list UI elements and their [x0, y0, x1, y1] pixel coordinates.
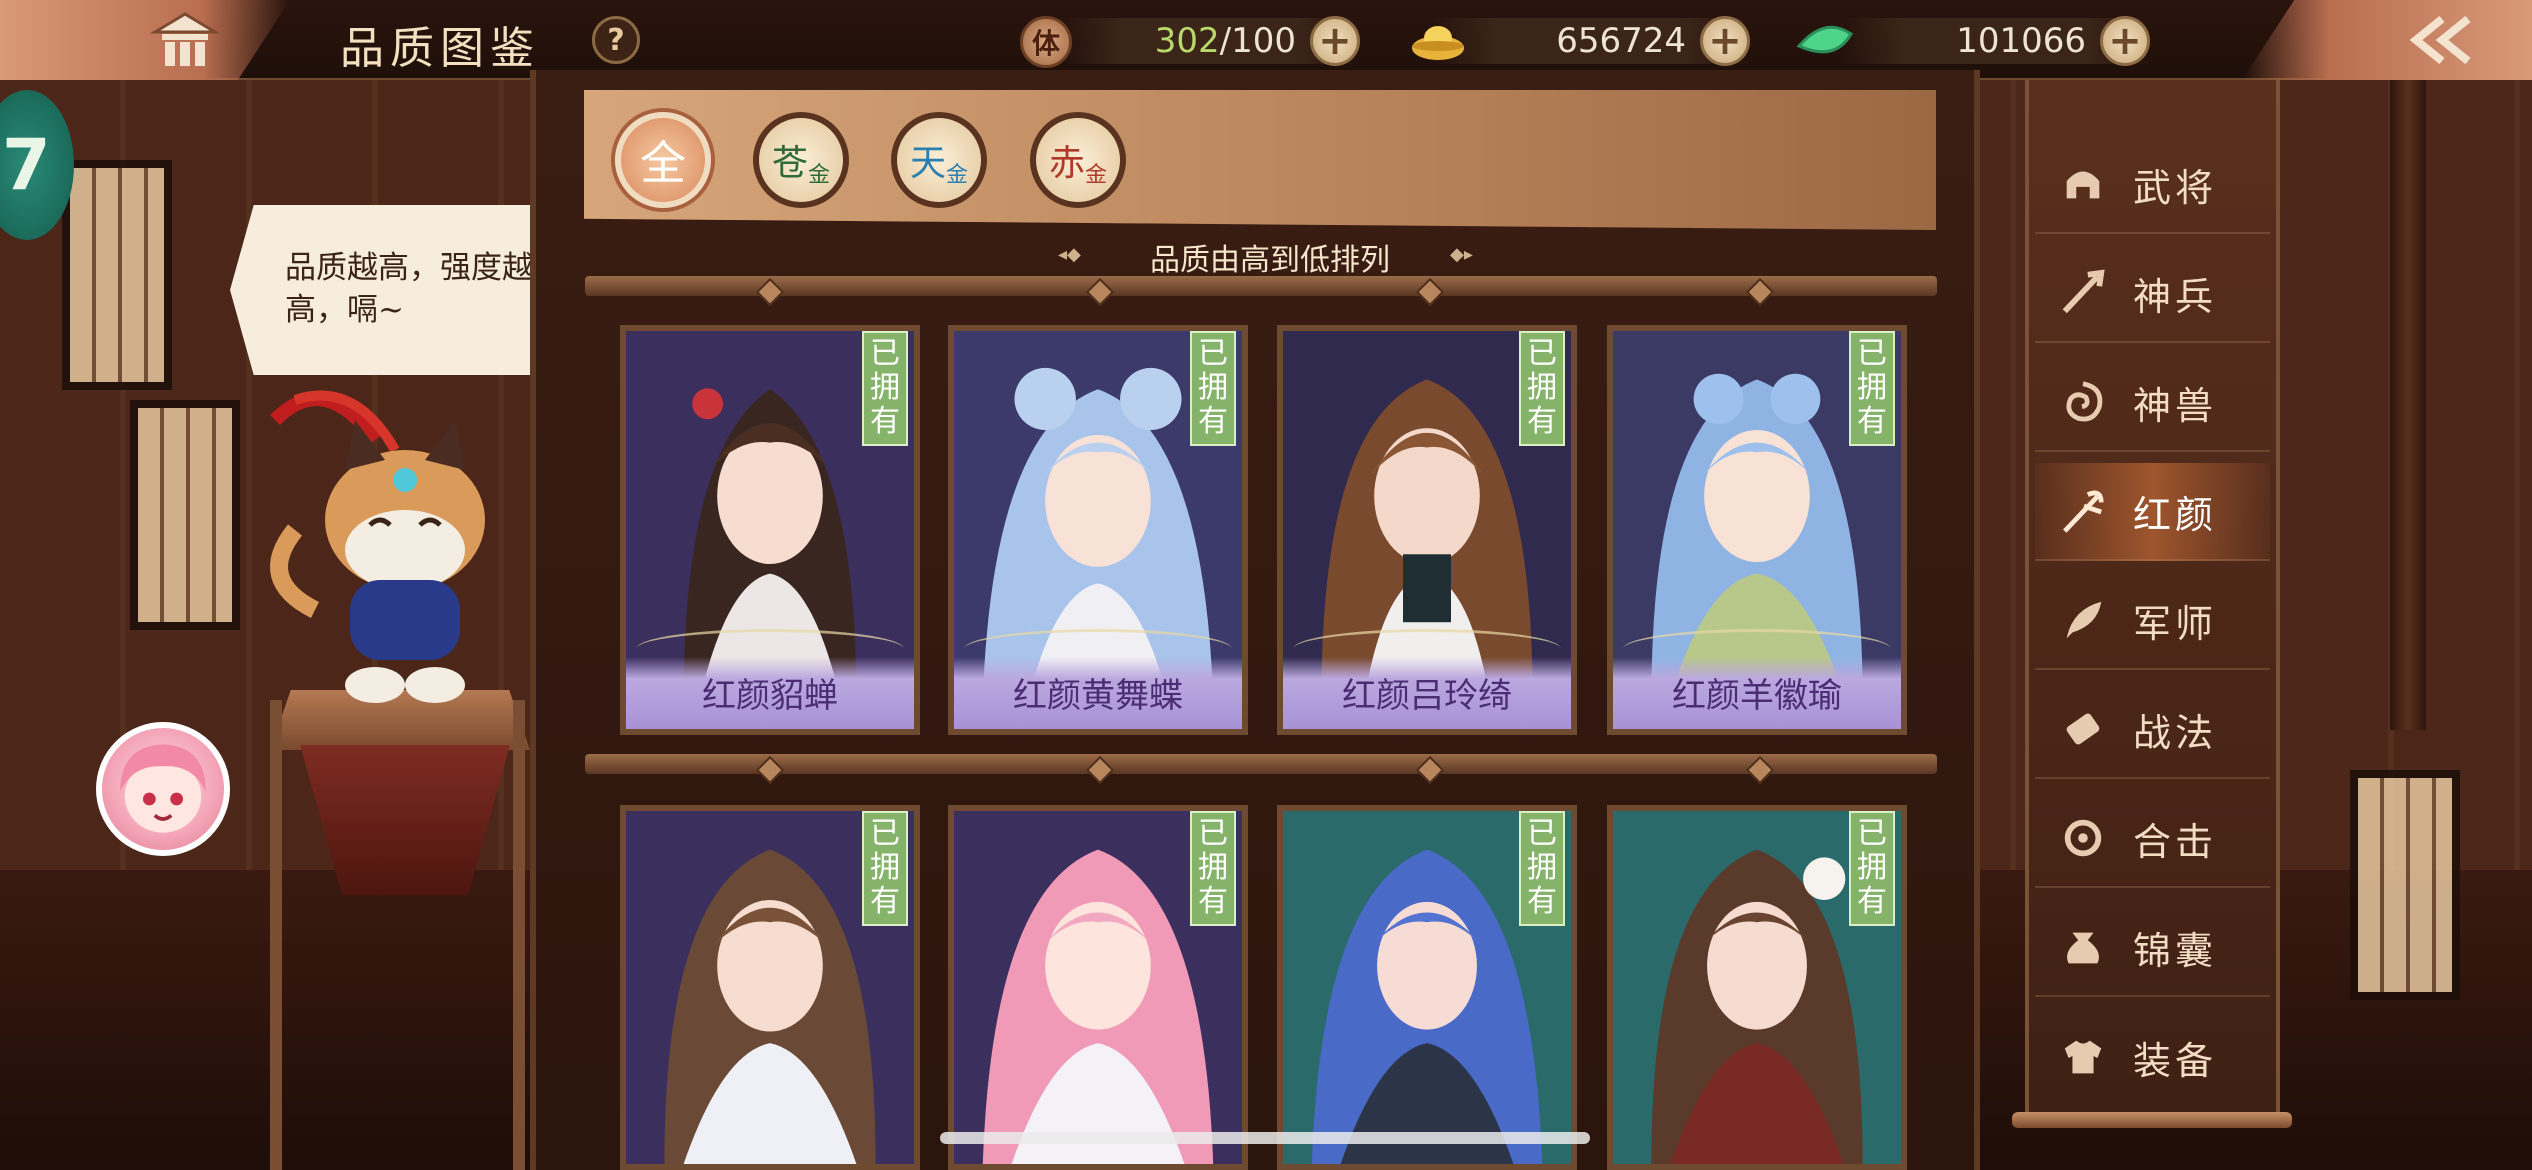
- stamina-display: 302/100 +: [1060, 16, 1360, 66]
- nav-item-pouches[interactable]: 锦囊: [2035, 899, 2270, 997]
- home-indicator[interactable]: [940, 1132, 1590, 1144]
- filter-chi-sub: 金: [1085, 163, 1108, 188]
- nav-item-divine-weapons[interactable]: 神兵: [2035, 245, 2270, 343]
- nav-label: 战法: [2133, 710, 2218, 755]
- card-name: 红颜羊徽瑜: [1613, 657, 1901, 729]
- filter-tian-button[interactable]: 天金: [891, 112, 987, 208]
- stamina-icon: 体: [1020, 16, 1072, 68]
- lantern-decoration: [130, 400, 240, 630]
- add-jade-button[interactable]: +: [2100, 16, 2150, 66]
- card-diaochan[interactable]: 已拥有 红颜貂蝉: [620, 325, 920, 735]
- nav-label: 锦囊: [2133, 928, 2218, 973]
- jade-icon: [1795, 12, 1855, 70]
- card-name: 红颜貂蝉: [626, 657, 914, 729]
- filter-all-button[interactable]: 全: [615, 112, 711, 208]
- nav-item-combos[interactable]: 合击: [2035, 790, 2270, 888]
- lantern-decoration: [62, 160, 172, 390]
- filter-chi-label: 赤: [1048, 143, 1085, 184]
- owned-badge: 已拥有: [1849, 331, 1895, 446]
- armor-icon: [2053, 1027, 2113, 1087]
- shelf-top: [585, 276, 1937, 296]
- nav-item-generals[interactable]: 武将: [2035, 136, 2270, 234]
- jade-display: 101066 +: [1840, 16, 2150, 66]
- sort-order-label[interactable]: 品质由高到低排列: [1060, 235, 1480, 279]
- card-name: 红颜吕玲绮: [1283, 657, 1571, 729]
- pillar-decoration: [2390, 80, 2426, 730]
- cat-mascot: [270, 390, 485, 703]
- filter-chi-button[interactable]: 赤金: [1030, 112, 1126, 208]
- card-yanghuiyu[interactable]: 已拥有 红颜羊徽瑜: [1607, 325, 1907, 735]
- filter-cang-button[interactable]: 苍金: [753, 112, 849, 208]
- owned-badge: 已拥有: [1849, 811, 1895, 926]
- gold-ingot-icon: [1408, 12, 1468, 70]
- nav-label: 装备: [2133, 1038, 2218, 1083]
- nav-item-tactics[interactable]: 战法: [2035, 681, 2270, 779]
- owned-badge: 已拥有: [1190, 331, 1236, 446]
- filter-cang-sub: 金: [808, 163, 831, 188]
- filter-tian-sub: 金: [946, 163, 969, 188]
- feather-icon: [2053, 590, 2113, 650]
- nav-label: 军师: [2133, 601, 2218, 646]
- nav-label: 红颜: [2133, 492, 2218, 537]
- nav-label: 合击: [2133, 819, 2218, 864]
- card-huangwudie[interactable]: 已拥有 红颜黄舞蝶: [948, 325, 1248, 735]
- gold-display: 656724 +: [1430, 16, 1750, 66]
- nav-label: 武将: [2133, 165, 2218, 210]
- nav-label: 神兽: [2133, 383, 2218, 428]
- sort-arrow-right-icon: ◆▸: [1450, 244, 1473, 265]
- nav-scroll-rod: [2012, 1112, 2292, 1128]
- filter-cang-label: 苍: [771, 143, 808, 184]
- help-icon[interactable]: ?: [592, 16, 640, 64]
- owned-badge: 已拥有: [1519, 811, 1565, 926]
- nav-item-equipment[interactable]: 装备: [2035, 1008, 2270, 1106]
- card-lvlingqi[interactable]: 已拥有 红颜吕玲绮: [1277, 325, 1577, 735]
- jade-value: 101066: [1956, 21, 2086, 61]
- card-row2-4[interactable]: 已拥有: [1607, 805, 1907, 1170]
- owned-badge: 已拥有: [1190, 811, 1236, 926]
- stamina-current: 302: [1154, 21, 1220, 61]
- shelf-middle: [585, 754, 1937, 774]
- combo-icon: [2053, 808, 2113, 868]
- nav-label: 神兵: [2133, 274, 2218, 319]
- helmet-icon: [2053, 154, 2113, 214]
- page-title: 品质图鉴: [340, 23, 540, 74]
- owned-badge: 已拥有: [862, 331, 908, 446]
- home-icon: [150, 12, 220, 66]
- gold-value: 656724: [1556, 21, 1686, 61]
- add-stamina-button[interactable]: +: [1310, 16, 1360, 66]
- home-button[interactable]: [0, 0, 290, 80]
- beast-icon: [2053, 372, 2113, 432]
- back-arrow-icon: [2409, 15, 2471, 65]
- pouch-icon: [2053, 917, 2113, 977]
- card-name: 红颜黄舞蝶: [954, 657, 1242, 729]
- player-avatar[interactable]: [96, 722, 230, 856]
- owned-badge: 已拥有: [1519, 331, 1565, 446]
- card-row2-1[interactable]: 已拥有: [620, 805, 920, 1170]
- stamina-max: /100: [1219, 21, 1296, 61]
- add-gold-button[interactable]: +: [1700, 16, 1750, 66]
- card-row2-2[interactable]: 已拥有: [948, 805, 1248, 1170]
- back-button[interactable]: [2242, 0, 2532, 80]
- lantern-decoration: [2350, 770, 2460, 1000]
- owned-badge: 已拥有: [862, 811, 908, 926]
- nav-item-beauties[interactable]: 红颜: [2035, 463, 2270, 561]
- top-bar: 品质图鉴 ? 302/100 + 体 656724 + 101066 +: [0, 0, 2532, 80]
- card-row2-3[interactable]: 已拥有: [1277, 805, 1577, 1170]
- nav-item-strategists[interactable]: 军师: [2035, 572, 2270, 670]
- hairpin-icon: [2053, 481, 2113, 541]
- filter-tian-label: 天: [909, 143, 946, 184]
- nav-item-divine-beasts[interactable]: 神兽: [2035, 354, 2270, 452]
- weapon-icon: [2053, 263, 2113, 323]
- scroll-icon: [2053, 699, 2113, 759]
